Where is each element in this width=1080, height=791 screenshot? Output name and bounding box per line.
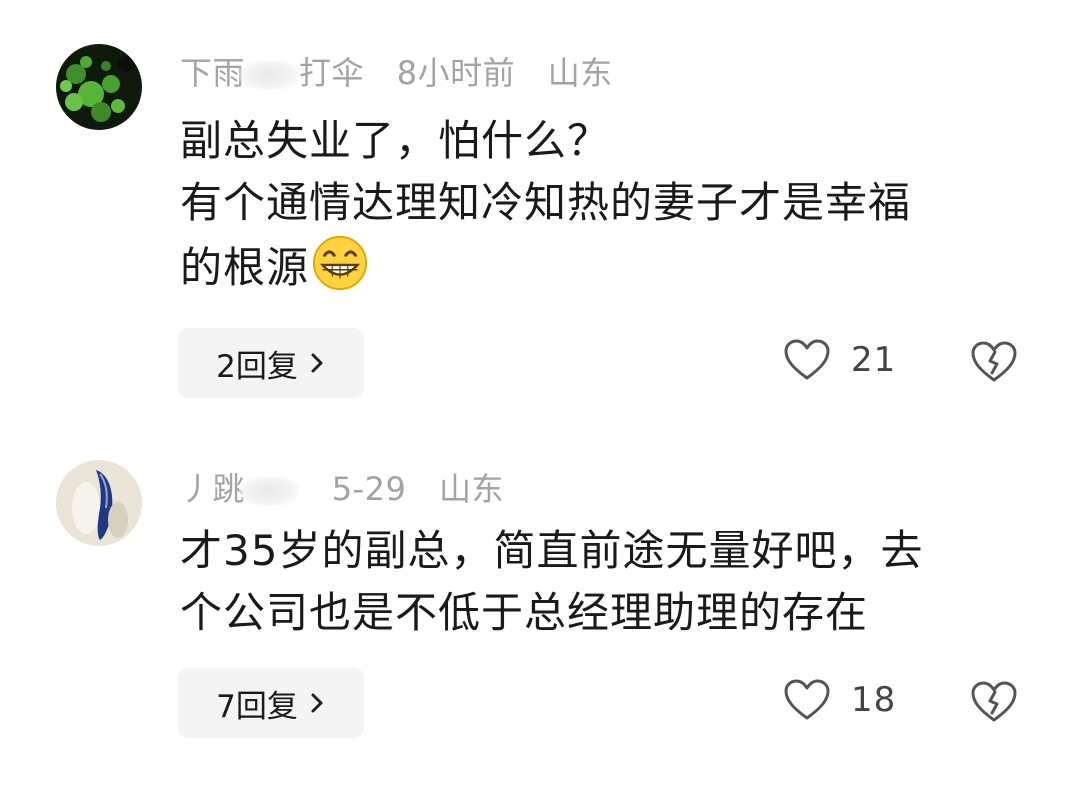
- dislike-button[interactable]: [970, 680, 1018, 724]
- comment-meta: 下雨 打伞 8小时前 山东: [180, 48, 635, 94]
- comment-time: 5-29: [331, 470, 407, 508]
- reply-count-label: 7回复: [216, 688, 298, 725]
- comment-line: 有个通情达理知冷知热的妻子才是幸福: [180, 178, 912, 227]
- like-count: 18: [851, 680, 897, 720]
- comment-location: 山东: [547, 54, 613, 92]
- blurred-username-part: [239, 476, 300, 506]
- username[interactable]: 丿跳: [180, 470, 300, 508]
- dislike-button[interactable]: [970, 340, 1018, 384]
- heart-outline-icon: [784, 679, 830, 720]
- comment-meta: 丿跳 5-29 山东: [180, 464, 526, 510]
- like-count: 21: [851, 340, 897, 380]
- like-button[interactable]: 21: [783, 338, 896, 382]
- comment-text: 副总失业了，怕什么？ 有个通情达理知冷知热的妻子才是幸福 的根源: [180, 110, 1020, 299]
- view-replies-button[interactable]: 2回复: [178, 328, 364, 398]
- avatar[interactable]: [56, 460, 142, 546]
- comment-line-with-emoji: 的根源: [180, 234, 1020, 299]
- heart-outline-icon: [784, 339, 830, 380]
- like-button[interactable]: 18: [783, 678, 896, 722]
- comment-item: 丿跳 5-29 山东 才35岁的副总，简直前途无量好吧，去 个公司也是不低于总经…: [0, 420, 1080, 791]
- comment-line: 副总失业了，怕什么？: [180, 116, 611, 165]
- comment-text: 才35岁的副总，简直前途无量好吧，去 个公司也是不低于总经理助理的存在: [180, 520, 1020, 644]
- broken-heart-icon: [971, 341, 1017, 382]
- comment-time: 8小时前: [396, 54, 516, 92]
- view-replies-button[interactable]: 7回复: [178, 668, 364, 738]
- blurred-username-part: [239, 60, 300, 90]
- comment-location: 山东: [438, 470, 504, 508]
- reply-count-label: 2回复: [216, 348, 298, 385]
- comment-line: 的根源: [180, 243, 310, 292]
- comment-line: 才35岁的副总，简直前途无量好吧，去: [180, 526, 924, 575]
- broken-heart-icon: [971, 681, 1017, 722]
- comment-line: 个公司也是不低于总经理助理的存在: [180, 588, 869, 637]
- grinning-face-emoji-icon: [312, 235, 368, 291]
- username[interactable]: 下雨 打伞: [180, 54, 364, 92]
- avatar[interactable]: [56, 44, 142, 130]
- chevron-right-icon: [311, 353, 323, 373]
- comment-item: 下雨 打伞 8小时前 山东 副总失业了，怕什么？ 有个通情达理知冷知热的妻子才是幸…: [0, 0, 1080, 420]
- chevron-right-icon: [311, 693, 323, 713]
